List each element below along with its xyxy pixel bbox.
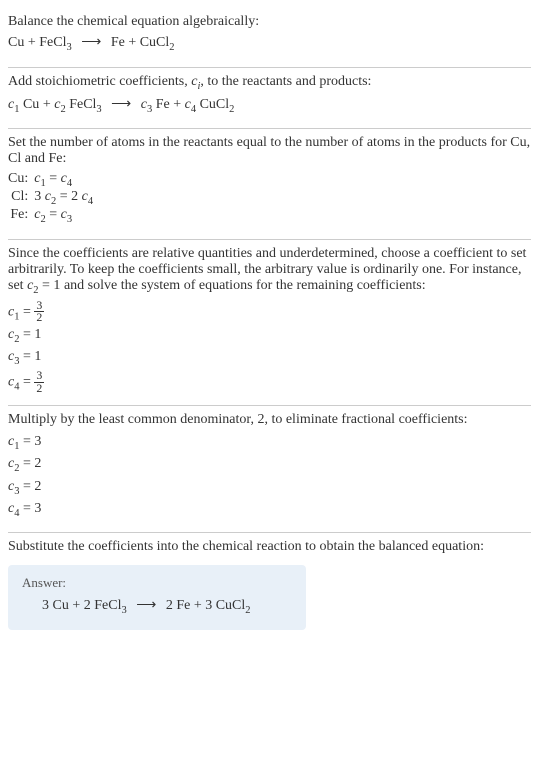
product-fe: Fe [111,35,125,50]
table-row: Cl: 3 c2 = 2 c4 [8,189,99,207]
step-4: Since the coefficients are relative quan… [8,240,531,406]
element-label: Cl: [8,189,34,207]
answer-box: Answer: 3 Cu + 2 FeCl3 ⟶ 2 Fe + 3 CuCl2 [8,565,306,630]
step3-instruction: Set the number of atoms in the reactants… [8,135,531,167]
list-item: c1 = 32 [8,300,531,325]
step-1: Balance the chemical equation algebraica… [8,8,531,68]
step1-instruction: Balance the chemical equation algebraica… [8,14,531,30]
plus: + [128,35,136,50]
list-item: c4 = 3 [8,499,531,521]
fraction: 32 [34,300,44,325]
element-label: Fe: [8,207,34,225]
list-item: c3 = 2 [8,477,531,499]
arrow-icon: ⟶ [105,96,137,113]
element-label: Cu: [8,171,34,189]
list-item: c1 = 3 [8,432,531,454]
plus: + [28,35,36,50]
step-5: Multiply by the least common denominator… [8,406,531,533]
answer-label: Answer: [22,575,292,591]
step-6: Substitute the coefficients into the che… [8,533,531,640]
step2-equation: c1 Cu + c2 FeCl3 ⟶ c3 Fe + c4 CuCl2 [8,96,531,115]
step-3: Set the number of atoms in the reactants… [8,129,531,239]
equation-cell: c2 = c3 [34,207,99,225]
reactant-cu: Cu [8,35,24,50]
equation-cell: c1 = c4 [34,171,99,189]
arrow-icon: ⟶ [75,34,107,51]
product-cucl2: CuCl2 [140,35,175,50]
fraction: 32 [34,370,44,395]
step4-instruction: Since the coefficients are relative quan… [8,246,531,296]
step5-instruction: Multiply by the least common denominator… [8,412,531,428]
reactant-fecl3: FeCl3 [39,35,71,50]
equation-cell: 3 c2 = 2 c4 [34,189,99,207]
list-item: c4 = 32 [8,370,531,395]
list-item: c2 = 1 [8,325,531,347]
balanced-equation: 3 Cu + 2 FeCl3 ⟶ 2 Fe + 3 CuCl2 [22,597,292,616]
list-item: c3 = 1 [8,347,531,369]
list-item: c2 = 2 [8,454,531,476]
table-row: Cu: c1 = c4 [8,171,99,189]
step-2: Add stoichiometric coefficients, ci, to … [8,68,531,130]
arrow-icon: ⟶ [130,597,162,614]
coefficient-list: c1 = 3 c2 = 2 c3 = 2 c4 = 3 [8,432,531,522]
table-row: Fe: c2 = c3 [8,207,99,225]
step1-equation: Cu + FeCl3 ⟶ Fe + CuCl2 [8,34,531,53]
step6-instruction: Substitute the coefficients into the che… [8,539,531,555]
coefficient-list: c1 = 32 c2 = 1 c3 = 1 c4 = 32 [8,300,531,395]
atom-equations: Cu: c1 = c4 Cl: 3 c2 = 2 c4 Fe: c2 = c3 [8,171,99,224]
step2-instruction: Add stoichiometric coefficients, ci, to … [8,74,531,92]
